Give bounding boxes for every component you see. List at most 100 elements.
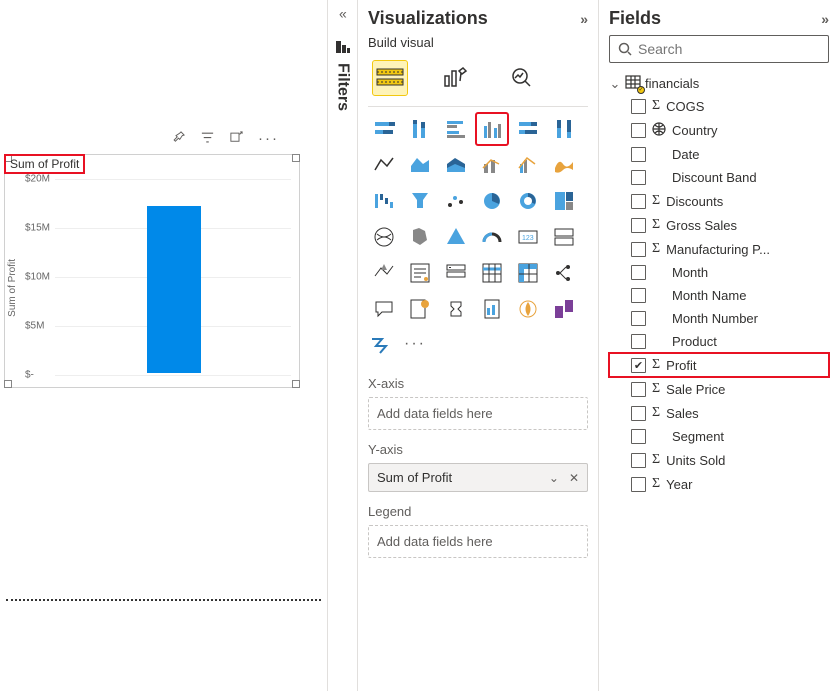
viz-type-filled-map[interactable] bbox=[404, 221, 436, 253]
field-checkbox[interactable] bbox=[631, 429, 646, 444]
viz-type-smart-narrative[interactable] bbox=[404, 257, 436, 289]
viz-type-kpi[interactable] bbox=[368, 257, 400, 289]
resize-handle[interactable] bbox=[292, 380, 300, 388]
viz-type-azure-map[interactable] bbox=[440, 221, 472, 253]
viz-type-qa[interactable] bbox=[368, 293, 400, 325]
viz-type-card[interactable]: 123 bbox=[512, 221, 544, 253]
field-product[interactable]: Product bbox=[609, 330, 829, 353]
field-year[interactable]: ΣYear bbox=[609, 472, 829, 496]
table-financials[interactable]: ⌄ ✓ financials bbox=[609, 73, 829, 94]
resize-handle[interactable] bbox=[4, 380, 12, 388]
field-sale-price[interactable]: ΣSale Price bbox=[609, 377, 829, 401]
field-checkbox[interactable] bbox=[631, 242, 646, 257]
viz-type-100-stacked-column[interactable] bbox=[548, 113, 580, 145]
field-discount-band[interactable]: Discount Band bbox=[609, 166, 829, 189]
field-date[interactable]: Date bbox=[609, 143, 829, 166]
tab-analytics[interactable] bbox=[504, 60, 540, 96]
viz-type-key-influencers[interactable] bbox=[404, 293, 436, 325]
field-sales[interactable]: ΣSales bbox=[609, 401, 829, 425]
viz-type-paginated-report[interactable] bbox=[476, 293, 508, 325]
tab-format-visual[interactable] bbox=[438, 60, 474, 96]
viz-type-python[interactable] bbox=[548, 293, 580, 325]
field-checkbox[interactable] bbox=[631, 406, 646, 421]
field-profit[interactable]: ΣProfit bbox=[609, 353, 829, 377]
field-gross-sales[interactable]: ΣGross Sales bbox=[609, 213, 829, 237]
field-month-name[interactable]: Month Name bbox=[609, 284, 829, 307]
viz-type-waterfall[interactable] bbox=[368, 185, 400, 217]
search-input[interactable] bbox=[638, 41, 820, 57]
viz-type-arcgis[interactable] bbox=[512, 293, 544, 325]
field-checkbox[interactable] bbox=[631, 334, 646, 349]
viz-type-line-clustered-column[interactable] bbox=[512, 149, 544, 181]
power-automate-icon[interactable] bbox=[370, 335, 392, 360]
field-cogs[interactable]: ΣCOGS bbox=[609, 94, 829, 118]
field-checkbox[interactable] bbox=[631, 194, 646, 209]
viz-type-slicer[interactable] bbox=[440, 257, 472, 289]
viz-type-donut[interactable] bbox=[512, 185, 544, 217]
xaxis-well[interactable]: Add data fields here bbox=[368, 397, 588, 430]
viz-type-stacked-column[interactable] bbox=[404, 113, 436, 145]
viz-type-goals[interactable] bbox=[440, 293, 472, 325]
expand-caret-icon[interactable]: ⌄ bbox=[609, 76, 621, 92]
field-checkbox[interactable] bbox=[631, 453, 646, 468]
viz-type-line-stacked-column[interactable] bbox=[476, 149, 508, 181]
viz-type-matrix[interactable] bbox=[512, 257, 544, 289]
field-checkbox[interactable] bbox=[631, 123, 646, 138]
legend-well[interactable]: Add data fields here bbox=[368, 525, 588, 558]
field-checkbox[interactable] bbox=[631, 288, 646, 303]
field-units-sold[interactable]: ΣUnits Sold bbox=[609, 448, 829, 472]
field-discounts[interactable]: ΣDiscounts bbox=[609, 189, 829, 213]
viz-type-decomposition-tree[interactable] bbox=[548, 257, 580, 289]
bar[interactable] bbox=[147, 206, 201, 373]
viz-type-ribbon[interactable] bbox=[548, 149, 580, 181]
field-month-number[interactable]: Month Number bbox=[609, 307, 829, 330]
viz-type-map[interactable] bbox=[368, 221, 400, 253]
pin-icon[interactable] bbox=[171, 130, 186, 149]
field-checkbox[interactable] bbox=[631, 170, 646, 185]
field-checkbox[interactable] bbox=[631, 218, 646, 233]
field-checkbox[interactable] bbox=[631, 382, 646, 397]
viz-type-pie[interactable] bbox=[476, 185, 508, 217]
collapse-chevron-icon[interactable]: » bbox=[580, 11, 588, 27]
field-month[interactable]: Month bbox=[609, 261, 829, 284]
viz-type-table[interactable] bbox=[476, 257, 508, 289]
yaxis-well[interactable]: Sum of Profit ⌄ ✕ bbox=[368, 463, 588, 492]
field-country[interactable]: Country bbox=[609, 118, 829, 143]
viz-type-100-stacked-bar[interactable] bbox=[512, 113, 544, 145]
viz-type-scatter[interactable] bbox=[440, 185, 472, 217]
viz-type-stacked-area[interactable] bbox=[440, 149, 472, 181]
field-checkbox[interactable] bbox=[631, 358, 646, 373]
field-checkbox[interactable] bbox=[631, 265, 646, 280]
fields-pane-title: Fields bbox=[609, 8, 661, 29]
focus-mode-icon[interactable] bbox=[229, 130, 244, 149]
field-name: Country bbox=[672, 123, 718, 138]
viz-type-gauge[interactable] bbox=[476, 221, 508, 253]
field-checkbox[interactable] bbox=[631, 147, 646, 162]
viz-type-multi-row-card[interactable] bbox=[548, 221, 580, 253]
field-manufacturing-p-[interactable]: ΣManufacturing P... bbox=[609, 237, 829, 261]
viz-type-clustered-column[interactable] bbox=[476, 113, 508, 145]
field-checkbox[interactable] bbox=[631, 477, 646, 492]
viz-type-area[interactable] bbox=[404, 149, 436, 181]
tab-build-visual[interactable] bbox=[372, 60, 408, 96]
viz-type-funnel[interactable] bbox=[404, 185, 436, 217]
viz-type-treemap[interactable] bbox=[548, 185, 580, 217]
filters-pane-collapsed[interactable]: » Filters bbox=[328, 0, 358, 691]
collapse-chevron-icon[interactable]: » bbox=[821, 11, 829, 27]
viz-type-stacked-bar[interactable] bbox=[368, 113, 400, 145]
filter-icon[interactable] bbox=[200, 130, 215, 149]
report-canvas[interactable]: ··· Sum of Profit Sum of Profit $20M$15M… bbox=[0, 0, 328, 691]
more-options-icon[interactable]: ··· bbox=[258, 130, 279, 149]
field-segment[interactable]: Segment bbox=[609, 425, 829, 448]
collapse-chevron-icon[interactable]: » bbox=[339, 8, 347, 24]
viz-type-clustered-bar[interactable] bbox=[440, 113, 472, 145]
column-chart-visual[interactable]: Sum of Profit Sum of Profit $20M$15M$10M… bbox=[4, 154, 300, 388]
resize-handle[interactable] bbox=[292, 154, 300, 162]
remove-field-icon[interactable]: ✕ bbox=[569, 471, 579, 485]
viz-type-line[interactable] bbox=[368, 149, 400, 181]
field-checkbox[interactable] bbox=[631, 99, 646, 114]
chevron-down-icon[interactable]: ⌄ bbox=[549, 471, 559, 485]
more-visuals-icon[interactable]: ··· bbox=[404, 335, 426, 360]
fields-search[interactable] bbox=[609, 35, 829, 63]
field-checkbox[interactable] bbox=[631, 311, 646, 326]
